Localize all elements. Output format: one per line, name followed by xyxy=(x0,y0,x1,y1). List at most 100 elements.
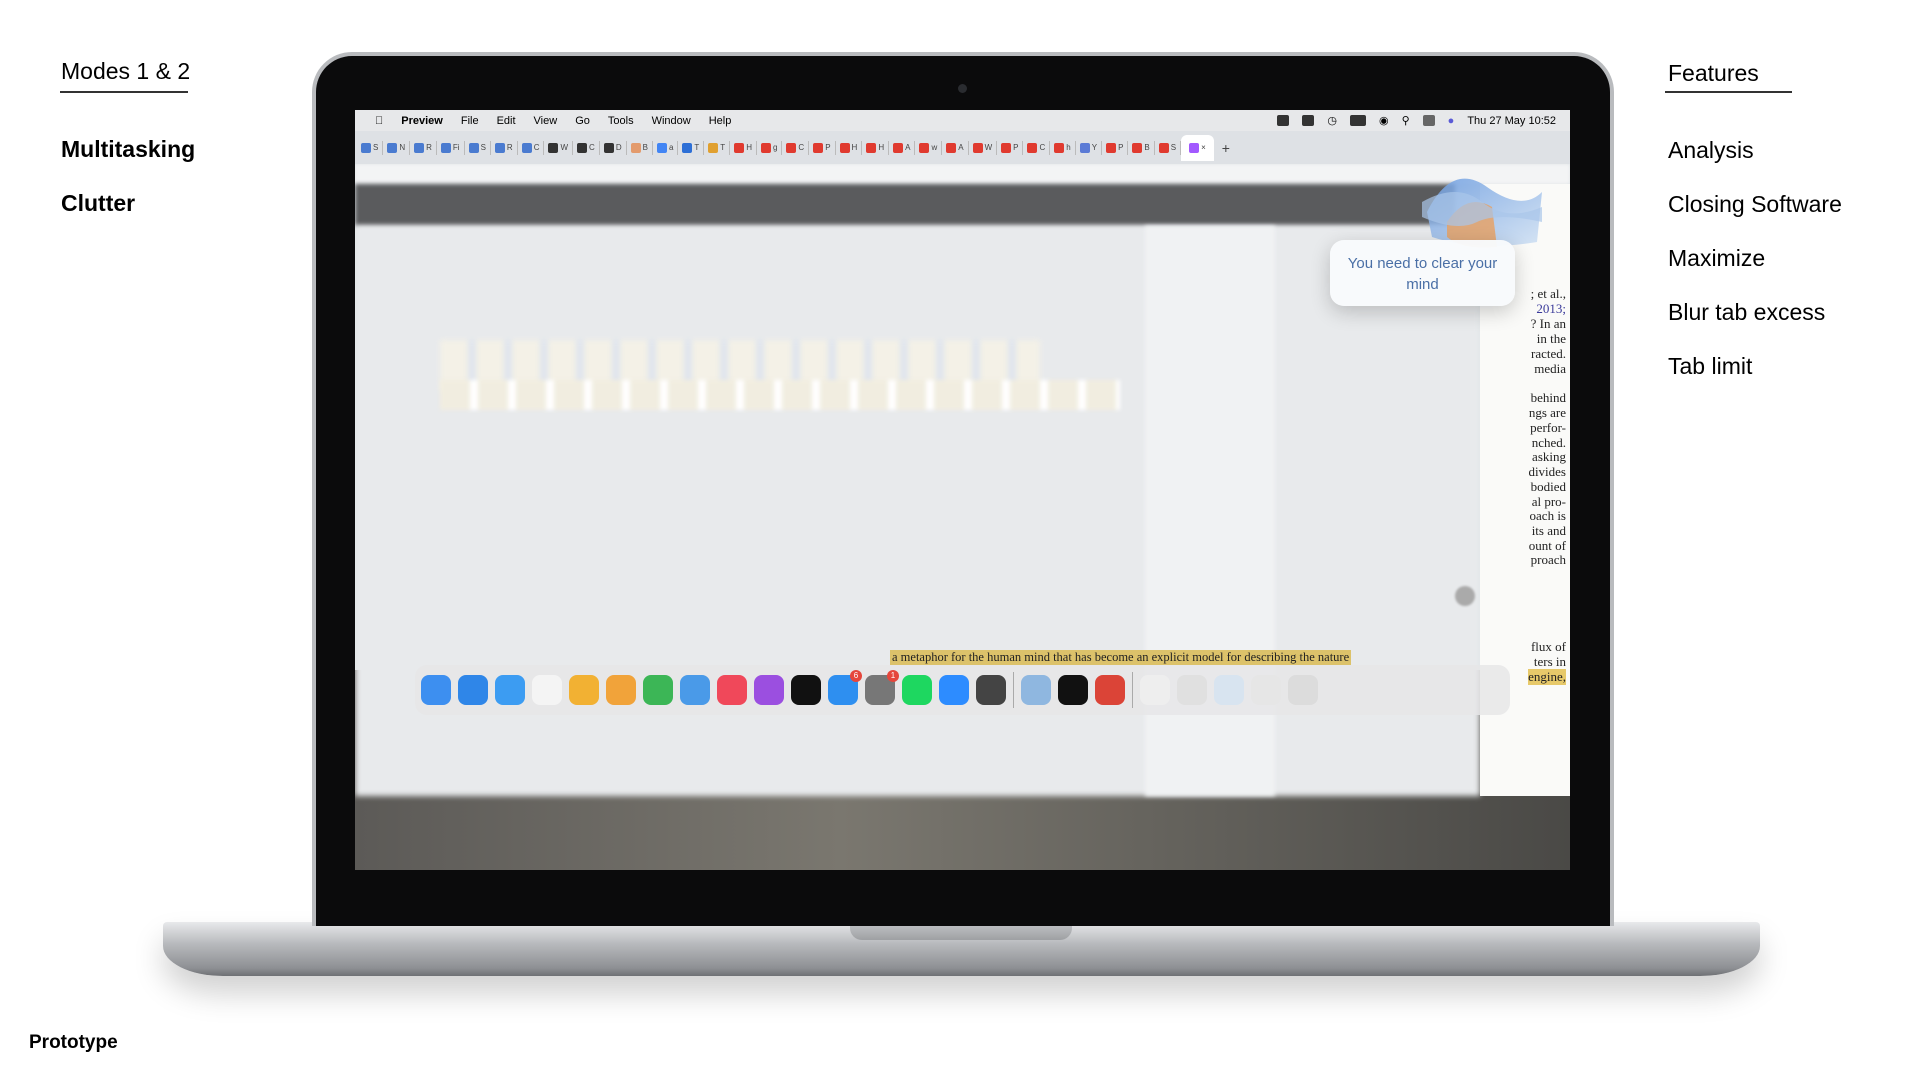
dock-finder-window-icon[interactable] xyxy=(1251,675,1281,705)
browser-tab[interactable]: P xyxy=(809,140,836,155)
browser-tab[interactable]: S xyxy=(465,140,491,155)
tab-favicon xyxy=(577,142,588,153)
tab-title: C xyxy=(589,143,595,152)
siri-icon[interactable]: ● xyxy=(1448,115,1455,127)
browser-tab[interactable]: C xyxy=(782,140,810,155)
dock-badge: 1 xyxy=(887,670,899,682)
figma-frames-row xyxy=(440,380,1120,410)
browser-tab[interactable]: Fi xyxy=(437,140,465,155)
browser-tab[interactable]: H xyxy=(836,140,863,155)
tab-title: C xyxy=(798,143,805,152)
search-icon[interactable]: ⚲ xyxy=(1402,114,1410,127)
dock-app-store-icon[interactable]: 6 xyxy=(828,670,862,705)
browser-tab[interactable]: R xyxy=(410,140,437,155)
screen-record-icon[interactable] xyxy=(1277,115,1290,126)
browser-tab[interactable]: S xyxy=(1155,140,1182,155)
browser-tab[interactable]: S xyxy=(357,140,384,155)
browser-tab[interactable]: C xyxy=(518,140,545,155)
browser-tab[interactable]: w xyxy=(915,140,943,155)
browser-tab[interactable]: W xyxy=(969,140,998,155)
browser-tab[interactable]: W xyxy=(544,140,574,155)
browser-tab[interactable]: A xyxy=(942,140,969,155)
browser-tab[interactable]: C xyxy=(1023,140,1051,155)
menu-edit[interactable]: Edit xyxy=(497,115,516,127)
dock-reminders-icon[interactable] xyxy=(532,675,562,705)
control-center-icon[interactable] xyxy=(1422,115,1435,126)
dock-safari-icon[interactable] xyxy=(458,675,488,705)
figma-toolbar xyxy=(355,184,1455,226)
browser-tab-active[interactable]: × xyxy=(1181,134,1214,161)
browser-tab[interactable]: B xyxy=(627,140,653,155)
feature-tab-limit: Tab limit xyxy=(1668,353,1753,379)
browser-tab[interactable]: P xyxy=(997,140,1024,155)
apple-icon[interactable]:  xyxy=(375,115,383,127)
dock-preview-icon[interactable] xyxy=(1021,675,1051,705)
menu-app-name[interactable]: Preview xyxy=(401,115,443,127)
browser-tab[interactable]: P xyxy=(1102,140,1129,155)
dock-numbers-icon[interactable] xyxy=(643,675,673,705)
tab-favicon xyxy=(1158,142,1169,153)
browser-tab[interactable]: R xyxy=(491,140,518,155)
dock-keynote-icon[interactable] xyxy=(680,675,710,705)
clear-mind-notification[interactable]: You need to clear your mind xyxy=(1330,240,1515,306)
browser-tab[interactable]: B xyxy=(1128,140,1155,155)
browser-tab[interactable]: a xyxy=(653,140,679,155)
tab-favicon xyxy=(387,142,398,153)
time-machine-icon[interactable]: ◷ xyxy=(1327,114,1337,127)
paper-line: racted. xyxy=(1530,346,1566,361)
menu-tools[interactable]: Tools xyxy=(608,115,634,127)
browser-tab[interactable]: C xyxy=(573,140,600,155)
browser-tab[interactable]: T xyxy=(704,140,731,155)
battery-icon[interactable] xyxy=(1350,115,1366,126)
help-icon[interactable] xyxy=(1455,586,1475,606)
browser-tab[interactable]: H xyxy=(862,140,890,155)
dock-apple-tv-icon[interactable] xyxy=(791,675,821,705)
dock-spotify-icon[interactable] xyxy=(902,675,932,705)
dock-utility-icon[interactable] xyxy=(976,675,1006,705)
dock-mail-icon[interactable] xyxy=(495,675,525,705)
dock-photos-icon[interactable] xyxy=(569,675,599,705)
dock-trash-icon[interactable] xyxy=(1288,675,1318,705)
dock-podcasts-icon[interactable] xyxy=(754,675,784,705)
browser-tab[interactable]: T xyxy=(678,140,705,155)
browser-tab[interactable]: H xyxy=(730,140,757,155)
menu-go[interactable]: Go xyxy=(575,115,590,127)
dock-finder-icon[interactable] xyxy=(421,675,451,705)
dock-music-icon[interactable] xyxy=(717,675,747,705)
browser-tab[interactable]: h xyxy=(1050,140,1076,155)
dock-chrome-window-icon[interactable] xyxy=(1177,675,1207,705)
browser-tab[interactable]: N xyxy=(383,140,411,155)
dock-keynote-window-icon[interactable] xyxy=(1214,675,1244,705)
paper-line: ngs are xyxy=(1528,405,1566,420)
close-tab-icon[interactable]: × xyxy=(1201,143,1206,152)
address-bar[interactable] xyxy=(355,164,1570,184)
menu-view[interactable]: View xyxy=(534,115,558,127)
extension-icon[interactable] xyxy=(1302,115,1315,126)
menu-help[interactable]: Help xyxy=(709,115,732,127)
modes-heading: Modes 1 & 2 xyxy=(61,58,191,84)
dock-chrome-icon[interactable] xyxy=(1095,675,1125,705)
browser-tab[interactable]: A xyxy=(889,140,916,155)
tab-favicon xyxy=(786,142,797,153)
browser-tab[interactable]: g xyxy=(757,140,783,155)
browser-tab[interactable]: Y xyxy=(1076,140,1103,155)
tab-title: S xyxy=(1170,143,1177,152)
dock-zoom-icon[interactable] xyxy=(939,675,969,705)
tab-favicon xyxy=(414,142,425,153)
tab-favicon xyxy=(682,142,693,153)
new-tab-button[interactable]: + xyxy=(1222,140,1230,156)
tab-favicon xyxy=(656,142,667,153)
dock-pages-icon[interactable] xyxy=(606,675,636,705)
screen: ; et al., 2013;? In an in the racted. media b… xyxy=(355,110,1570,870)
dock-terminal-icon[interactable] xyxy=(1058,675,1088,705)
user-icon[interactable]: ◉ xyxy=(1379,114,1389,127)
dock-document-icon[interactable] xyxy=(1140,675,1170,705)
menu-window[interactable]: Window xyxy=(652,115,691,127)
camera xyxy=(958,84,967,93)
prototype-label: Prototype xyxy=(29,1032,118,1053)
paper-line: oach is xyxy=(1529,508,1566,523)
dock-system-preferences-icon[interactable]: 1 xyxy=(865,670,899,705)
tab-title: H xyxy=(746,143,752,152)
browser-tab[interactable]: D xyxy=(600,140,627,155)
menu-file[interactable]: File xyxy=(461,115,479,127)
